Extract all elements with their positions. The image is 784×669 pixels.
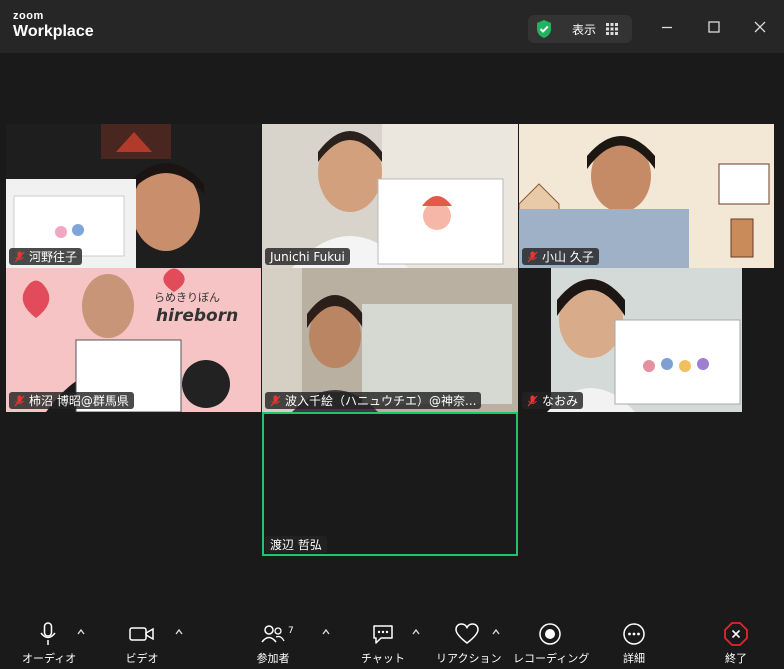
active-speaker-tile[interactable]: 渡辺 哲弘	[262, 412, 518, 556]
video-tile[interactable]: なおみ	[519, 268, 774, 412]
participant-name: Junichi Fukui	[270, 249, 345, 264]
view-label: 表示	[572, 22, 597, 37]
grid-icon	[606, 23, 619, 35]
video-label: ビデオ	[125, 652, 159, 665]
muted-mic-icon	[527, 251, 538, 262]
participant-name: 波入千絵（ハニュウチエ）@神奈...	[285, 394, 477, 408]
participant-name-tag: なおみ	[522, 392, 584, 409]
microphone-icon	[40, 622, 56, 645]
view-button[interactable]: 表示	[528, 15, 632, 43]
video-tile[interactable]: 小山 久子	[519, 124, 774, 268]
participant-video	[262, 124, 518, 268]
participant-video	[6, 124, 261, 268]
muted-mic-icon	[14, 395, 25, 406]
chat-label: チャット	[361, 652, 405, 665]
end-button[interactable]: 終了	[714, 622, 758, 666]
video-options-caret-icon[interactable]	[174, 627, 184, 637]
record-icon	[539, 623, 561, 645]
maximize-icon[interactable]	[705, 18, 723, 36]
participants-count: 7	[288, 626, 294, 636]
minimize-icon[interactable]	[658, 18, 676, 36]
video-gallery: 河野往子 Junichi Fukui 小山 久子 らめきりぼん hireborn…	[0, 53, 784, 615]
title-bar: zoom Workplace 表示	[0, 0, 784, 53]
participant-name-tag: 渡辺 哲弘	[265, 536, 327, 553]
participant-name-tag: 小山 久子	[522, 248, 599, 265]
end-label: 終了	[725, 652, 747, 665]
participant-name-tag: 波入千絵（ハニュウチエ）@神奈...	[265, 392, 482, 409]
close-icon[interactable]	[751, 18, 769, 36]
participant-name: 柿沼 博昭@群馬県	[29, 394, 129, 408]
video-tile[interactable]: Junichi Fukui	[262, 124, 518, 268]
video-button[interactable]: ビデオ	[118, 622, 166, 666]
participant-video	[519, 268, 774, 412]
more-icon	[623, 623, 645, 645]
participant-video: らめきりぼん hireborn	[6, 268, 261, 412]
record-label: レコーディング	[513, 652, 590, 665]
participants-label: 参加者	[256, 652, 290, 665]
participant-name-tag: 柿沼 博昭@群馬県	[9, 392, 134, 409]
participant-name: 渡辺 哲弘	[270, 538, 322, 552]
audio-options-caret-icon[interactable]	[76, 627, 86, 637]
zoom-logo: zoom Workplace	[13, 11, 94, 40]
shield-check-icon	[537, 20, 551, 38]
end-meeting-icon	[724, 622, 748, 646]
participant-name-tag: 河野往子	[9, 248, 83, 265]
heart-icon	[455, 623, 479, 644]
video-tile[interactable]: 河野往子	[6, 124, 261, 268]
audio-button[interactable]: オーディオ	[22, 622, 77, 666]
audio-label: オーディオ	[22, 652, 77, 665]
banner-jp-text: らめきりぼん	[154, 291, 220, 304]
meeting-toolbar: オーディオ ビデオ 参加者 7 チャット リアクション レコーディング 詳細 終…	[0, 615, 784, 669]
muted-mic-icon	[14, 251, 25, 262]
video-camera-icon	[129, 627, 154, 641]
more-label: 詳細	[623, 652, 645, 665]
video-tile[interactable]: らめきりぼん hireborn 柿沼 博昭@群馬県	[6, 268, 261, 412]
reactions-button[interactable]: リアクション	[436, 622, 502, 666]
brand-small: zoom	[13, 10, 44, 22]
reactions-label: リアクション	[436, 652, 502, 665]
muted-mic-icon	[270, 395, 281, 406]
banner-en-text: hireborn	[156, 306, 239, 326]
participant-video	[262, 268, 518, 412]
participants-options-caret-icon[interactable]	[321, 627, 331, 637]
chat-button[interactable]: チャット	[360, 622, 406, 666]
participant-video	[262, 412, 518, 556]
participant-name: 河野往子	[29, 250, 78, 264]
participant-name-tag: Junichi Fukui	[265, 248, 350, 265]
reactions-options-caret-icon[interactable]	[491, 627, 501, 637]
participant-video	[519, 124, 774, 268]
participant-name: なおみ	[542, 394, 579, 408]
more-button[interactable]: 詳細	[612, 622, 656, 666]
chat-options-caret-icon[interactable]	[411, 627, 421, 637]
chat-icon	[373, 625, 393, 644]
video-tile[interactable]: 波入千絵（ハニュウチエ）@神奈...	[262, 268, 518, 412]
participants-icon	[261, 625, 285, 643]
muted-mic-icon	[527, 395, 538, 406]
brand-large: Workplace	[13, 23, 94, 40]
participant-name: 小山 久子	[542, 250, 594, 264]
record-button[interactable]: レコーディング	[513, 622, 590, 666]
